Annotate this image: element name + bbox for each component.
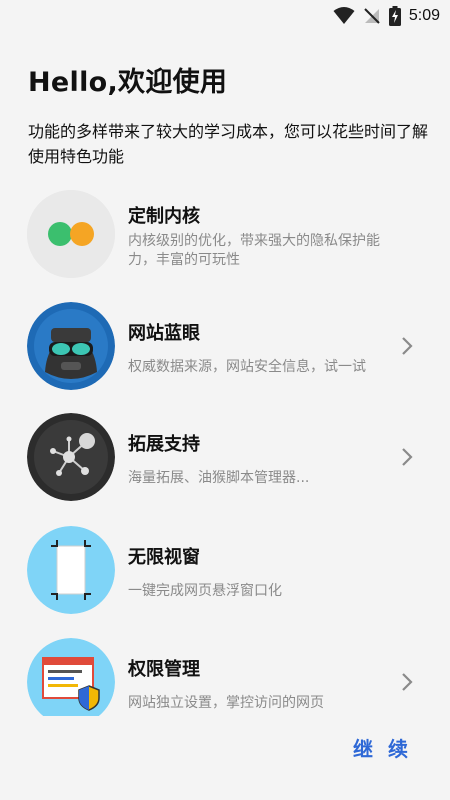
feature-name: 网站蓝眼 [128,323,200,344]
feature-item-floating-window[interactable]: 无限视窗 一键完成网页悬浮窗口化 [0,526,450,626]
feature-name: 无限视窗 [128,547,200,568]
feature-item-permissions[interactable]: 权限管理 网站独立设置，掌控访问的网页 [0,638,450,716]
chevron-right-icon [402,673,413,691]
floating-window-icon [27,526,115,614]
status-time: 5:09 [408,7,440,24]
page-subtitle: 功能的多样带来了较大的学习成本，您可以花些时间了解使用特色功能 [28,122,429,166]
wifi-icon [333,7,355,24]
feature-name: 权限管理 [128,659,200,680]
no-signal-icon [364,8,380,24]
feature-desc: 内核级别的优化，带来强大的隐私保护能力，丰富的可玩性 [128,233,380,268]
continue-button[interactable]: 继 续 [353,733,412,762]
chevron-right-icon [402,448,413,466]
toggle-dots-icon [27,190,115,278]
goggles-mask-icon [27,302,115,390]
feature-desc: 权威数据来源，网站安全信息，试一试 [128,359,366,375]
page-title: Hello,欢迎使用 [28,67,228,98]
feature-desc: 海量拓展、油猴脚本管理器... [128,470,310,486]
battery-charging-icon [388,6,401,26]
feature-desc: 网站独立设置，掌控访问的网页 [128,695,324,711]
molecule-network-icon [27,413,115,501]
feature-item-site-eye[interactable]: 网站蓝眼 权威数据来源，网站安全信息，试一试 [0,302,450,402]
chevron-right-icon [402,337,413,355]
status-bar: 5:09 [0,0,450,32]
feature-name: 定制内核 [128,206,200,227]
feature-item-kernel[interactable]: 定制内核 内核级别的优化，带来强大的隐私保护能力，丰富的可玩性 [0,190,450,290]
feature-name: 拓展支持 [128,434,200,455]
browser-shield-icon [27,638,115,716]
status-icons: 5:09 [333,6,440,26]
feature-desc: 一键完成网页悬浮窗口化 [128,583,282,599]
feature-item-extensions[interactable]: 拓展支持 海量拓展、油猴脚本管理器... [0,413,450,513]
